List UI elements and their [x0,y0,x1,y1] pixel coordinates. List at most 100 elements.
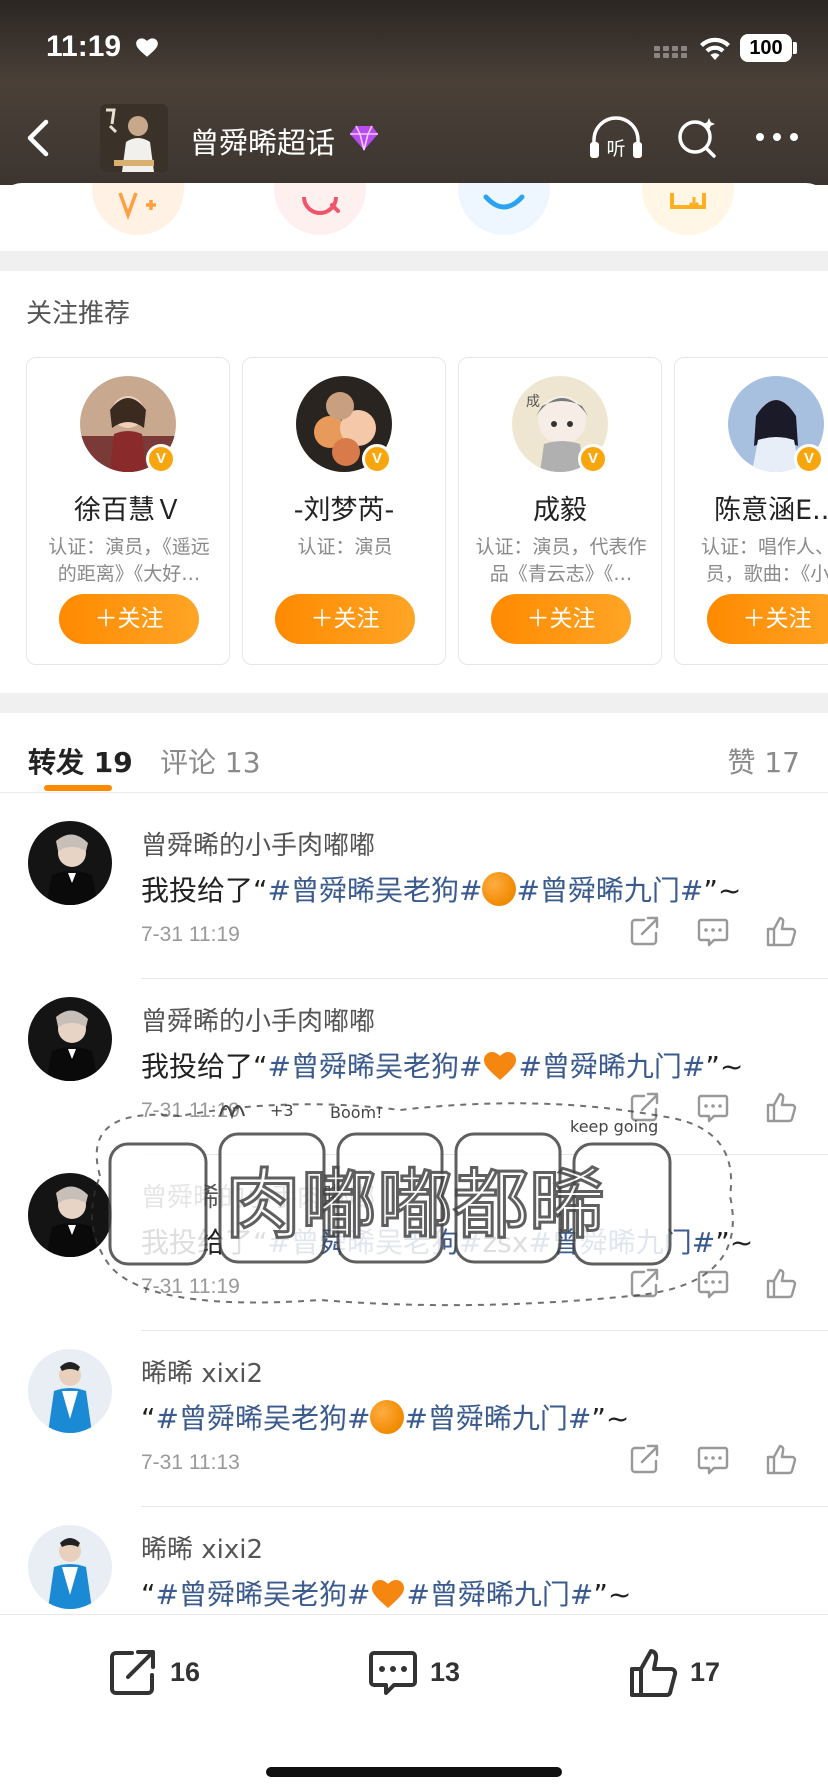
section-divider [0,251,828,271]
recommend-desc: 认证：演员，《遥远的距离》《大好… [48,536,210,585]
verified-badge: V [146,444,176,474]
tab-likes[interactable]: 赞 17 [727,741,800,781]
feed-content: 我投给了“#曾舜晞吴老狗# #曾舜晞九门#”~ [141,1045,743,1085]
comment-icon [369,1651,417,1695]
listen-headphones-icon[interactable]: 听 [588,114,644,162]
comment-icon[interactable] [696,915,730,947]
avatar[interactable] [28,1173,112,1257]
share-icon[interactable] [628,1267,662,1299]
text-prefix: 我投给了“ [141,1050,268,1083]
list-item[interactable]: 曾舜晞的小手肉嘟嘟 我投给了“#曾舜晞吴老狗# #曾舜晞九门#”~ 7-31 11:1… [0,803,828,979]
text-middle: zsx [482,1226,529,1259]
follow-button[interactable]: ＋关注 [275,594,415,644]
text-suffix: ”~ [591,1402,630,1435]
verified-badge: V [362,444,392,474]
orange-heart-emoji-icon [484,1052,517,1080]
avatar[interactable] [28,1525,112,1609]
feed-username[interactable]: 曾舜晞的小手肉嘟嘟 [141,1177,375,1214]
section-divider [0,693,828,713]
comment-icon[interactable] [696,1091,730,1123]
orange-circle-emoji-icon [482,872,517,906]
recommend-title: 关注推荐 [26,299,131,329]
repost-button[interactable]: 16 [106,1645,236,1705]
topic-tag-link[interactable]: #曾舜晞吴老狗# [156,1402,371,1435]
quick-action-checkin[interactable] [642,183,734,235]
more-options-icon[interactable] [752,122,802,152]
feed-username[interactable]: 曾舜晞的小手肉嘟嘟 [141,825,375,862]
topic-cover-image[interactable] [100,104,168,172]
feed-username[interactable]: 晞晞 xixi2 [141,1353,263,1390]
list-item[interactable]: 曾舜晞的小手肉嘟嘟 我投给了“#曾舜晞吴老狗# #曾舜晞九门#”~ 7-31 11:1… [0,979,828,1155]
feed-username[interactable]: 曾舜晞的小手肉嘟嘟 [141,1001,375,1038]
search-pink-icon [302,196,340,215]
share-icon[interactable] [628,1443,662,1475]
comment-count: 13 [430,1657,461,1687]
comment-button[interactable]: 13 [366,1645,496,1705]
recommend-name: -刘梦芮- [293,495,395,526]
avatar-image [28,1173,112,1257]
like-icon[interactable] [764,1091,798,1123]
text-suffix: ”~ [593,1578,632,1611]
search-icon[interactable] [674,114,720,160]
svg-text:听: 听 [606,138,625,160]
avatar[interactable] [28,997,112,1081]
verified-badge: V [794,444,824,474]
recommend-desc: 认证：演员，代表作品《青云志》《… [475,536,647,585]
wifi-icon [700,37,730,60]
recommend-card[interactable]: 成 V 成毅 认证：演员，代表作品《青云志》《… ＋关注 [458,357,662,665]
topic-tag-link[interactable]: #曾舜晞九门# [528,1226,715,1259]
follow-button[interactable]: ＋关注 [707,594,828,644]
topic-tag-link[interactable]: #曾舜晞九门# [406,1578,593,1611]
recommend-name: 成毅 [533,495,587,526]
quick-action-post[interactable] [92,183,184,235]
comment-icon[interactable] [696,1267,730,1299]
share-icon[interactable] [628,1091,662,1123]
recommend-desc: 认证：唱作人、演员，歌曲：《小… [700,536,828,585]
recommend-card[interactable]: V -刘梦芮- 认证：演员 ＋关注 [242,357,446,665]
like-button[interactable]: 17 [626,1645,756,1705]
edit-plus-icon [118,192,156,221]
recommend-card[interactable]: V 陈意涵E... 认证：唱作人、演员，歌曲：《小… ＋关注 [674,357,828,665]
list-item[interactable]: 曾舜晞的小手肉嘟嘟 我投给了“#曾舜晞吴老狗#zsx#曾舜晞九门#”~ 7-31 1… [0,1155,828,1331]
share-icon[interactable] [628,915,662,947]
topic-tag-link[interactable]: #曾舜晞九门# [404,1402,591,1435]
topic-tag-link[interactable]: #曾舜晞九门# [518,1050,705,1083]
follow-button[interactable]: ＋关注 [59,594,199,644]
topic-header: 11:19 100 曾舜晞超话 听 [0,0,828,185]
topic-tag-link[interactable]: #曾舜晞吴老狗# [268,1050,483,1083]
quick-action-group[interactable] [458,183,550,235]
list-item[interactable]: 晞晞 xixi2 “#曾舜晞吴老狗# #曾舜晞九门#”~ 7-31 11:13 [0,1331,828,1507]
topic-tag-link[interactable]: #曾舜晞九门# [516,874,703,907]
avatar[interactable] [28,821,112,905]
follow-button[interactable]: ＋关注 [491,594,631,644]
svg-text:成: 成 [526,394,540,410]
feed-username[interactable]: 晞晞 xixi2 [141,1529,263,1566]
heart-icon [136,38,158,57]
like-icon[interactable] [764,1267,798,1299]
interaction-tabs: 转发 19 评论 13 赞 17 [0,713,828,793]
quick-actions-row [0,183,828,249]
home-indicator [266,1767,562,1777]
recommend-desc: 认证：演员 [297,536,393,558]
recommend-name: 徐百慧Ｖ [74,495,182,526]
back-arrow-icon[interactable] [20,116,56,160]
recommend-card[interactable]: V 徐百慧Ｖ 认证：演员，《遥远的距离》《大好… ＋关注 [26,357,230,665]
repost-count: 16 [170,1657,201,1687]
topic-title: 曾舜晞超话 [190,126,336,160]
quick-action-search[interactable] [274,183,366,235]
topic-tag-link[interactable]: #曾舜晞吴老狗# [268,1226,483,1259]
tab-repost[interactable]: 转发 19 [28,741,133,781]
feed-content: 我投给了“#曾舜晞吴老狗#zsx#曾舜晞九门#”~ [141,1221,753,1261]
tab-comment[interactable]: 评论 13 [160,741,261,781]
comment-icon[interactable] [696,1443,730,1475]
topic-tag-link[interactable]: #曾舜晞吴老狗# [156,1578,371,1611]
text-prefix: “ [141,1578,156,1611]
avatar[interactable] [28,1349,112,1433]
text-suffix: ”~ [703,874,742,907]
like-icon[interactable] [764,915,798,947]
feed-content: “#曾舜晞吴老狗# #曾舜晞九门#”~ [141,1397,629,1437]
like-icon[interactable] [764,1443,798,1475]
topic-tag-link[interactable]: #曾舜晞吴老狗# [268,874,483,907]
text-prefix: 我投给了“ [141,874,268,907]
battery-indicator: 100 [740,34,792,62]
